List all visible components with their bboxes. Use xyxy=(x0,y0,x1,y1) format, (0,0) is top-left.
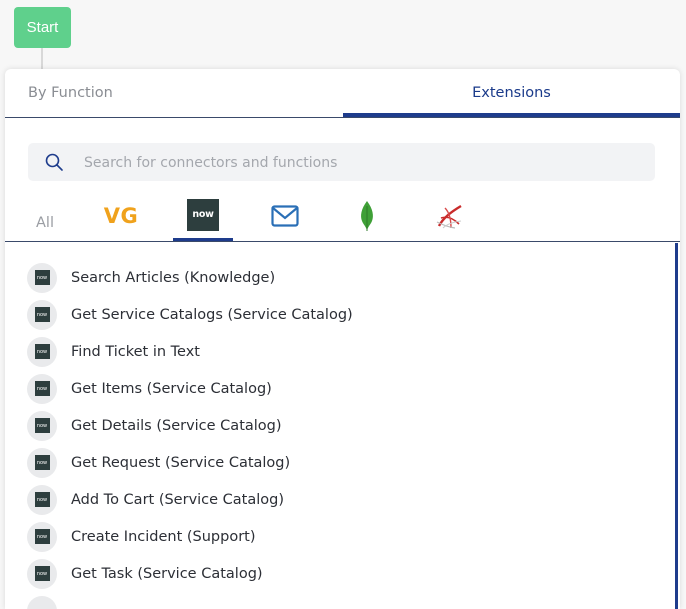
search-box[interactable] xyxy=(28,143,655,183)
servicenow-icon: now xyxy=(27,262,57,293)
vg-icon: VG xyxy=(103,204,139,228)
function-picker-panel: By Function Extensions All VG now xyxy=(5,69,680,609)
list-item-partial[interactable] xyxy=(5,592,665,609)
function-label: Create Incident (Support) xyxy=(71,528,256,545)
search-input[interactable] xyxy=(82,143,646,183)
function-list: now Search Articles (Knowledge) now Get Ser… xyxy=(5,243,678,609)
servicenow-mini-logo: now xyxy=(34,566,50,581)
search-icon xyxy=(45,153,63,171)
list-item[interactable]: now Get Service Catalogs (Service Catalog… xyxy=(5,296,665,333)
servicenow-icon: now xyxy=(27,558,57,589)
servicenow-icon: now xyxy=(27,299,57,330)
extension-tabs: All VG now xyxy=(5,191,680,242)
list-item[interactable]: now Search Articles (Knowledge) xyxy=(5,259,665,296)
function-label: Search Articles (Knowledge) xyxy=(71,269,276,286)
tab-extensions[interactable]: Extensions xyxy=(343,69,680,117)
mongodb-icon xyxy=(361,201,373,231)
servicenow-icon: now xyxy=(27,336,57,367)
servicenow-mini-logo: now xyxy=(34,307,50,322)
list-item[interactable]: now Get Task (Service Catalog) xyxy=(5,555,665,592)
servicenow-icon: now xyxy=(187,198,219,231)
function-label: Get Request (Service Catalog) xyxy=(71,454,291,471)
servicenow-icon: now xyxy=(27,447,57,478)
ext-tab-vg[interactable]: VG xyxy=(93,191,149,241)
function-label: Get Items (Service Catalog) xyxy=(71,380,272,397)
servicenow-mini-logo: now xyxy=(34,381,50,396)
ext-tab-all[interactable]: All xyxy=(25,191,65,241)
connector-line xyxy=(41,48,43,70)
servicenow-icon: now xyxy=(27,373,57,404)
mail-icon xyxy=(271,205,299,227)
function-label: Add To Cart (Service Catalog) xyxy=(71,491,285,508)
sql-server-icon xyxy=(436,204,462,229)
servicenow-icon: now xyxy=(27,484,57,515)
list-item[interactable]: now Create Incident (Support) xyxy=(5,518,665,555)
function-label: Get Service Catalogs (Service Catalog) xyxy=(71,306,353,323)
ext-tab-sql-server[interactable] xyxy=(419,191,479,241)
start-node[interactable]: Start xyxy=(14,7,71,48)
main-tabs: By Function Extensions xyxy=(5,69,680,118)
servicenow-icon: now xyxy=(27,410,57,441)
servicenow-mini-logo: now xyxy=(34,529,50,544)
ext-tab-mongodb[interactable] xyxy=(339,191,395,241)
servicenow-icon xyxy=(27,595,57,609)
list-item[interactable]: now Get Details (Service Catalog) xyxy=(5,407,665,444)
servicenow-mini-logo: now xyxy=(34,492,50,507)
function-label: Get Details (Service Catalog) xyxy=(71,417,282,434)
servicenow-mini-logo: now xyxy=(34,270,50,285)
servicenow-mini-logo: now xyxy=(34,418,50,433)
tab-by-function[interactable]: By Function xyxy=(28,69,113,117)
function-label: Get Task (Service Catalog) xyxy=(71,565,263,582)
servicenow-mini-logo: now xyxy=(34,455,50,470)
servicenow-icon: now xyxy=(27,521,57,552)
list-item[interactable]: now Get Request (Service Catalog) xyxy=(5,444,665,481)
function-label: Find Ticket in Text xyxy=(71,343,200,360)
servicenow-mini-logo: now xyxy=(34,344,50,359)
ext-tab-servicenow[interactable]: now xyxy=(173,191,233,241)
list-item[interactable]: now Add To Cart (Service Catalog) xyxy=(5,481,665,518)
list-item[interactable]: now Get Items (Service Catalog) xyxy=(5,370,665,407)
ext-tab-mail[interactable] xyxy=(257,191,313,241)
list-item[interactable]: now Find Ticket in Text xyxy=(5,333,665,370)
